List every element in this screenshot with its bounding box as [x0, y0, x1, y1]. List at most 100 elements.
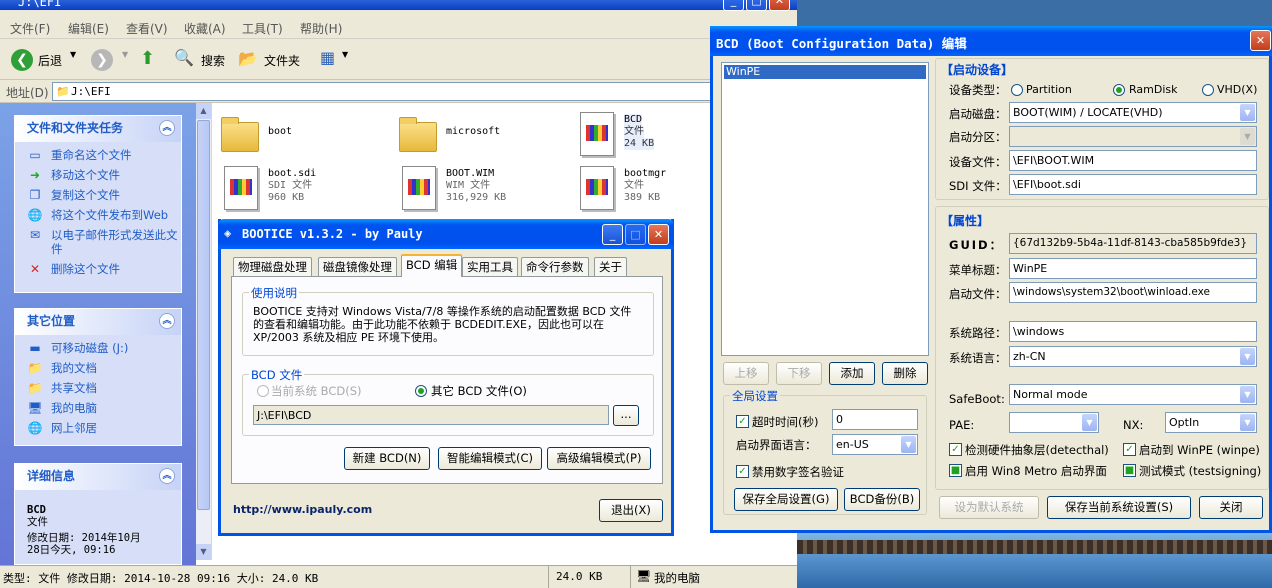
- search-icon[interactable]: 🔍: [174, 48, 194, 67]
- up-folder-icon[interactable]: ⬆: [140, 48, 155, 69]
- radio-ramdisk[interactable]: [1113, 84, 1125, 96]
- tab-about[interactable]: 关于: [594, 257, 627, 276]
- task-email[interactable]: ✉ 以电子邮件形式发送此文件: [15, 228, 181, 256]
- details-header[interactable]: 详细信息 ︽: [15, 464, 181, 490]
- task-copy[interactable]: ❐ 复制这个文件: [15, 188, 181, 202]
- website-link[interactable]: http://www.ipauly.com: [233, 503, 372, 516]
- views-icon[interactable]: ▦: [320, 48, 335, 67]
- boot-partition-select[interactable]: ▼: [1009, 126, 1257, 147]
- minimize-button[interactable]: _: [723, 0, 744, 11]
- detecthal-checkbox[interactable]: ✓: [949, 443, 962, 456]
- timeout-checkbox[interactable]: ✓: [736, 415, 749, 428]
- bcd-titlebar[interactable]: BCD (Boot Configuration Data) 编辑 ✕: [710, 26, 1272, 56]
- move-up-button[interactable]: 上移: [723, 362, 769, 385]
- advanced-edit-button[interactable]: 高级编辑模式(P): [547, 447, 651, 470]
- close-button[interactable]: ✕: [1250, 30, 1271, 51]
- place-my-documents[interactable]: 📁 我的文档: [15, 361, 181, 375]
- task-delete[interactable]: ✕ 删除这个文件: [15, 262, 181, 276]
- system-language-select[interactable]: zh-CN ▼: [1009, 346, 1257, 367]
- place-network[interactable]: 🌐 网上邻居: [15, 421, 181, 435]
- bootice-titlebar[interactable]: ◈ BOOTICE v1.3.2 - by Pauly _ □ ✕: [218, 219, 674, 249]
- place-my-computer[interactable]: 🖥 我的电脑: [15, 401, 181, 415]
- guid-field[interactable]: {67d132b9-5b4a-11df-8143-cba585b9fde3}: [1009, 233, 1257, 254]
- place-shared-documents[interactable]: 📁 共享文档: [15, 381, 181, 395]
- menu-view[interactable]: 查看(V): [126, 20, 168, 37]
- winpe-checkbox[interactable]: ✓: [1123, 443, 1136, 456]
- file-item-microsoft[interactable]: microsoft: [396, 110, 571, 160]
- file-item-boot[interactable]: boot: [218, 110, 393, 160]
- radio-partition[interactable]: [1011, 84, 1023, 96]
- entry-winpe[interactable]: WinPE: [724, 65, 926, 79]
- testsigning-checkbox[interactable]: ■: [1123, 464, 1136, 477]
- radio-current-bcd[interactable]: [257, 385, 269, 397]
- file-tasks-header[interactable]: 文件和文件夹任务 ︽: [15, 116, 181, 142]
- tab-bcd-edit[interactable]: BCD 编辑: [401, 254, 463, 277]
- timeout-input[interactable]: 0: [832, 409, 918, 430]
- explorer-titlebar[interactable]: J:\EFI: [0, 0, 797, 10]
- close-button[interactable]: ✕: [648, 224, 669, 245]
- system-path-input[interactable]: \windows: [1009, 321, 1257, 342]
- maximize-button[interactable]: □: [625, 224, 646, 245]
- menu-title-input[interactable]: WinPE: [1009, 258, 1257, 279]
- address-input[interactable]: 📁 J:\EFI: [52, 82, 796, 101]
- move-down-button[interactable]: 下移: [776, 362, 822, 385]
- add-entry-button[interactable]: 添加: [829, 362, 875, 385]
- ui-language-select[interactable]: en-US ▼: [832, 434, 918, 455]
- save-global-button[interactable]: 保存全局设置(G): [734, 488, 838, 511]
- disable-signature-checkbox[interactable]: ✓: [736, 465, 749, 478]
- back-dropdown-icon[interactable]: ▼: [70, 50, 76, 59]
- browse-button[interactable]: ...: [613, 405, 639, 426]
- set-default-button[interactable]: 设为默认系统: [939, 496, 1039, 519]
- boot-disk-select[interactable]: BOOT(WIM) / LOCATE(VHD) ▼: [1009, 102, 1257, 123]
- safeboot-select[interactable]: Normal mode ▼: [1009, 384, 1257, 405]
- delete-entry-button[interactable]: 删除: [882, 362, 928, 385]
- collapse-icon[interactable]: ︽: [159, 468, 175, 484]
- exit-button[interactable]: 退出(X): [599, 499, 663, 522]
- file-item-boot-sdi[interactable]: boot.sdi SDI 文件 960 KB: [218, 164, 393, 214]
- scroll-down-icon[interactable]: ▼: [196, 544, 211, 560]
- task-rename[interactable]: ▭ 重命名这个文件: [15, 148, 181, 162]
- collapse-icon[interactable]: ︽: [159, 120, 175, 136]
- tab-disk-image[interactable]: 磁盘镜像处理: [318, 257, 397, 276]
- pae-select[interactable]: ▼: [1009, 412, 1099, 433]
- forward-arrow-icon[interactable]: ❯: [91, 49, 113, 71]
- menu-tools[interactable]: 工具(T): [242, 20, 283, 37]
- task-move[interactable]: ➜ 移动这个文件: [15, 168, 181, 182]
- menu-favorites[interactable]: 收藏(A): [184, 20, 226, 37]
- nx-select[interactable]: OptIn ▼: [1165, 412, 1257, 433]
- folders-button-label[interactable]: 文件夹: [264, 52, 300, 69]
- bcd-path-field[interactable]: J:\EFI\BCD: [253, 405, 609, 425]
- radio-vhd[interactable]: [1202, 84, 1214, 96]
- menu-file[interactable]: 文件(F): [10, 20, 50, 37]
- save-current-button[interactable]: 保存当前系统设置(S): [1047, 496, 1191, 519]
- collapse-icon[interactable]: ︽: [159, 313, 175, 329]
- other-places-header[interactable]: 其它位置 ︽: [15, 309, 181, 335]
- place-removable-disk[interactable]: ▬ 可移动磁盘 (J:): [15, 341, 181, 355]
- smart-edit-button[interactable]: 智能编辑模式(C): [438, 447, 542, 470]
- sdi-file-input[interactable]: \EFI\boot.sdi: [1009, 174, 1257, 195]
- close-dialog-button[interactable]: 关闭: [1199, 496, 1263, 519]
- maximize-button[interactable]: □: [746, 0, 767, 11]
- boot-entries-list[interactable]: WinPE: [721, 62, 929, 356]
- tab-physical-disk[interactable]: 物理磁盘处理: [233, 257, 312, 276]
- menu-edit[interactable]: 编辑(E): [68, 20, 109, 37]
- tab-command-line[interactable]: 命令行参数: [521, 257, 589, 276]
- tab-utilities[interactable]: 实用工具: [462, 257, 518, 276]
- metro-checkbox[interactable]: ■: [949, 464, 962, 477]
- scroll-thumb[interactable]: [197, 120, 210, 510]
- boot-file-input[interactable]: \windows\system32\boot\winload.exe: [1009, 282, 1257, 303]
- bcd-backup-button[interactable]: BCD备份(B): [844, 488, 920, 511]
- new-bcd-button[interactable]: 新建 BCD(N): [344, 447, 430, 470]
- menu-help[interactable]: 帮助(H): [300, 20, 342, 37]
- forward-dropdown-icon[interactable]: ▼: [122, 50, 128, 59]
- back-button-label[interactable]: 后退: [38, 52, 62, 69]
- radio-other-bcd[interactable]: [415, 385, 427, 397]
- views-dropdown-icon[interactable]: ▼: [342, 50, 348, 59]
- scrollbar[interactable]: ▲ ▼: [196, 103, 212, 560]
- task-publish[interactable]: 🌐 将这个文件发布到Web: [15, 208, 181, 222]
- close-button[interactable]: ✕: [769, 0, 790, 11]
- file-item-boot-wim[interactable]: BOOT.WIM WIM 文件 316,929 KB: [396, 164, 571, 214]
- scroll-up-icon[interactable]: ▲: [196, 103, 211, 119]
- search-button-label[interactable]: 搜索: [201, 52, 225, 69]
- device-file-input[interactable]: \EFI\BOOT.WIM: [1009, 150, 1257, 171]
